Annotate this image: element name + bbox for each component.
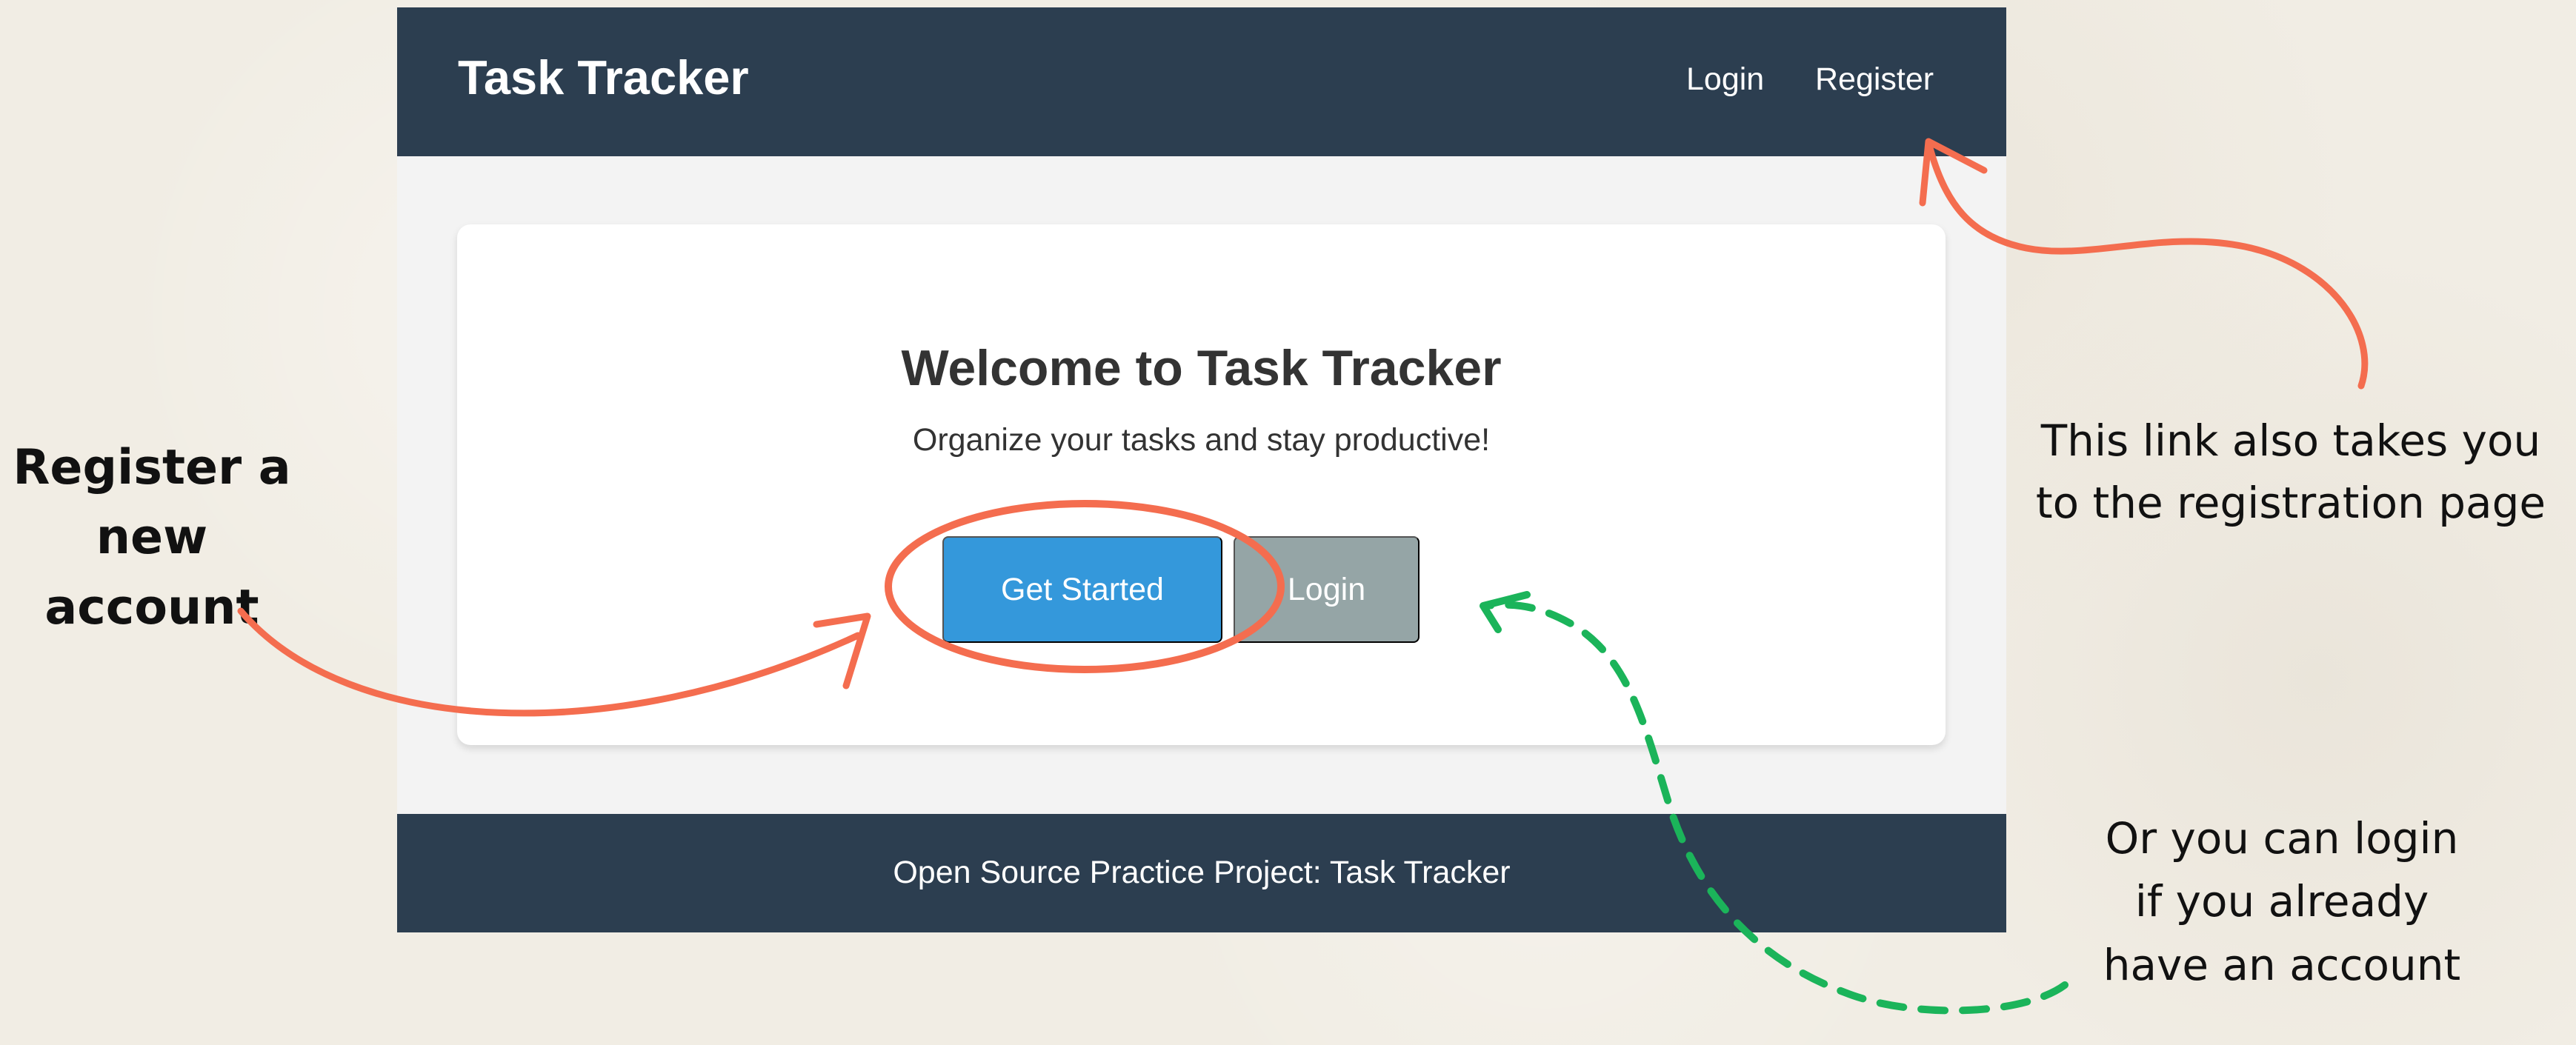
nav-register-link[interactable]: Register [1815, 64, 1934, 96]
welcome-subtitle: Organize your tasks and stay productive! [912, 422, 1491, 458]
nav-login-link[interactable]: Login [1686, 64, 1764, 96]
login-annotation: Or you can login if you already have an … [2103, 813, 2461, 990]
app-footer: Open Source Practice Project: Task Track… [397, 814, 2006, 932]
welcome-card: Welcome to Task Tracker Organize your ta… [457, 224, 1946, 745]
app-header: Task Tracker Login Register [397, 7, 2006, 156]
get-started-button[interactable]: Get Started [942, 536, 1222, 643]
task-tracker-screenshot: Task Tracker Login Register Welcome to T… [397, 7, 2006, 932]
register-annotation: Register a new account [13, 440, 291, 635]
login-button[interactable]: Login [1234, 536, 1420, 643]
welcome-title: Welcome to Task Tracker [901, 340, 1502, 396]
footer-text: Open Source Practice Project: Task Track… [893, 855, 1511, 890]
brand-title: Task Tracker [458, 50, 749, 104]
registration-link-annotation: This link also takes you to the registra… [2035, 415, 2546, 529]
